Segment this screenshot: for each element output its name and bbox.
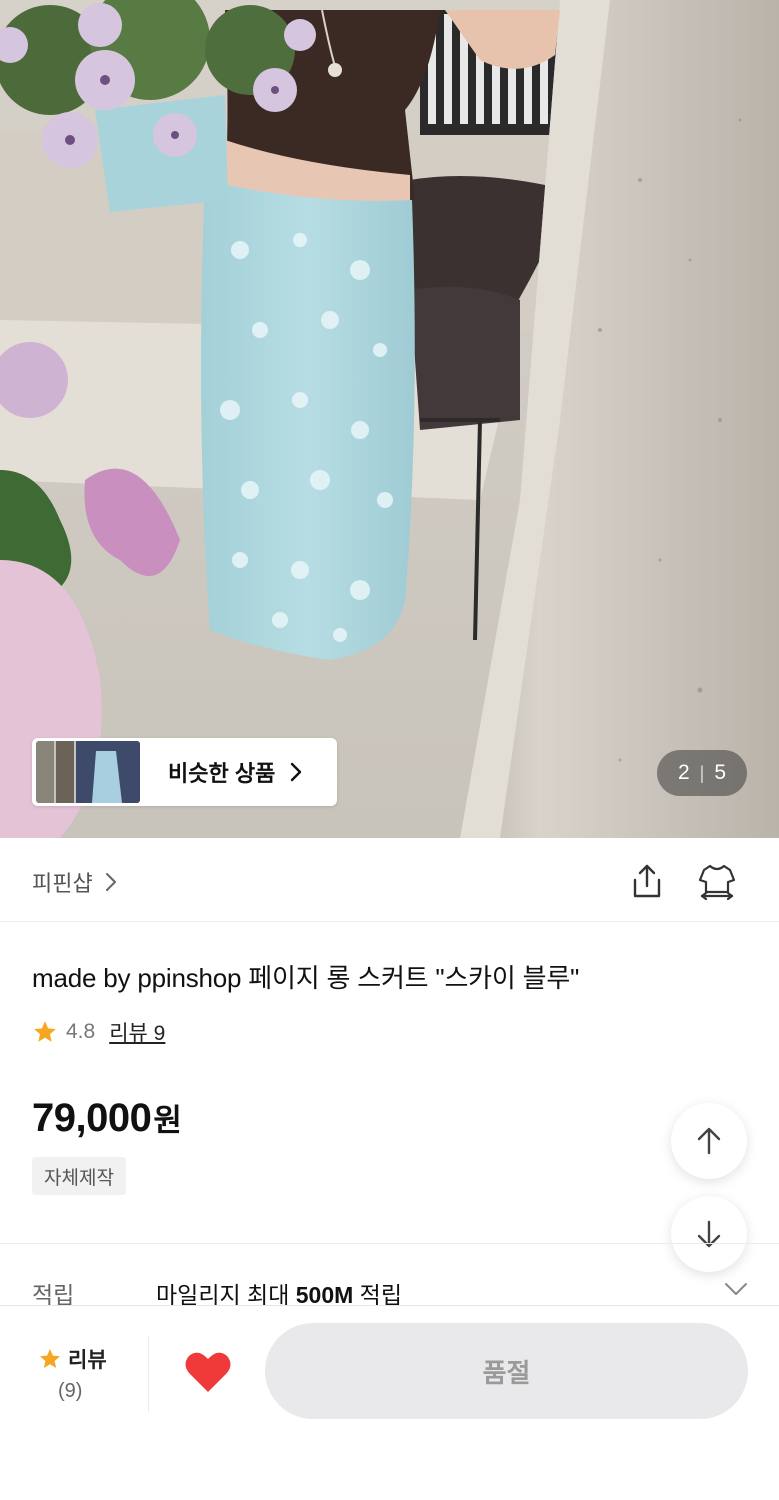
star-icon <box>34 1021 56 1042</box>
store-name: 피핀샵 <box>32 871 93 896</box>
section-divider <box>0 1243 779 1244</box>
review-tab[interactable]: 리뷰 (9) <box>0 1334 148 1414</box>
page-separator: | <box>699 762 705 783</box>
chevron-right-icon <box>291 762 302 782</box>
share-icon[interactable] <box>628 862 666 900</box>
star-icon <box>40 1349 60 1368</box>
page-total: 5 <box>714 761 727 784</box>
similar-products-label: 비슷한 상품 <box>168 761 276 786</box>
chevron-down-icon[interactable] <box>724 1282 748 1296</box>
scroll-top-button[interactable] <box>671 1103 747 1179</box>
review-count-link[interactable]: 리뷰 9 <box>109 1017 165 1047</box>
scroll-bottom-button[interactable] <box>671 1196 747 1272</box>
bottom-bar-divider <box>148 1336 149 1412</box>
mileage-row[interactable]: 적립 마일리지 최대 500M 적립 <box>0 1272 779 1308</box>
rating-value: 4.8 <box>66 1020 96 1043</box>
chevron-right-icon <box>105 873 116 891</box>
price-number: 79,000 <box>32 1096 152 1140</box>
heart-icon[interactable] <box>184 1350 232 1394</box>
product-title: made by ppinshop 페이지 롱 스커트 "스카이 블루" <box>32 963 580 993</box>
review-tab-label: 리뷰 <box>68 1349 107 1372</box>
price: 79,000원 <box>32 1095 182 1141</box>
product-photo <box>0 0 779 838</box>
store-link[interactable]: 피핀샵 <box>32 866 117 898</box>
arrow-down-icon <box>697 1220 721 1248</box>
in-house-badge: 자체제작 <box>32 1157 126 1195</box>
bottom-action-bar: 리뷰 (9) 품절 <box>0 1305 779 1500</box>
closet-icon[interactable] <box>696 860 738 900</box>
page-current: 2 <box>677 761 690 784</box>
product-image-carousel[interactable]: 비슷한 상품 2 | 5 <box>0 0 779 838</box>
price-unit: 원 <box>153 1103 182 1138</box>
similar-products-button[interactable]: 비슷한 상품 <box>32 738 337 806</box>
rating-row: 4.8 리뷰 9 <box>32 1017 165 1047</box>
soldout-button[interactable]: 품절 <box>265 1323 748 1419</box>
similar-products-thumbnail <box>36 741 140 803</box>
arrow-up-icon <box>697 1127 721 1155</box>
store-row: 피핀샵 <box>0 838 779 922</box>
image-page-counter: 2 | 5 <box>657 750 747 796</box>
review-tab-count: (9) <box>58 1380 83 1402</box>
review-tab-title: 리뷰 <box>38 1344 107 1374</box>
